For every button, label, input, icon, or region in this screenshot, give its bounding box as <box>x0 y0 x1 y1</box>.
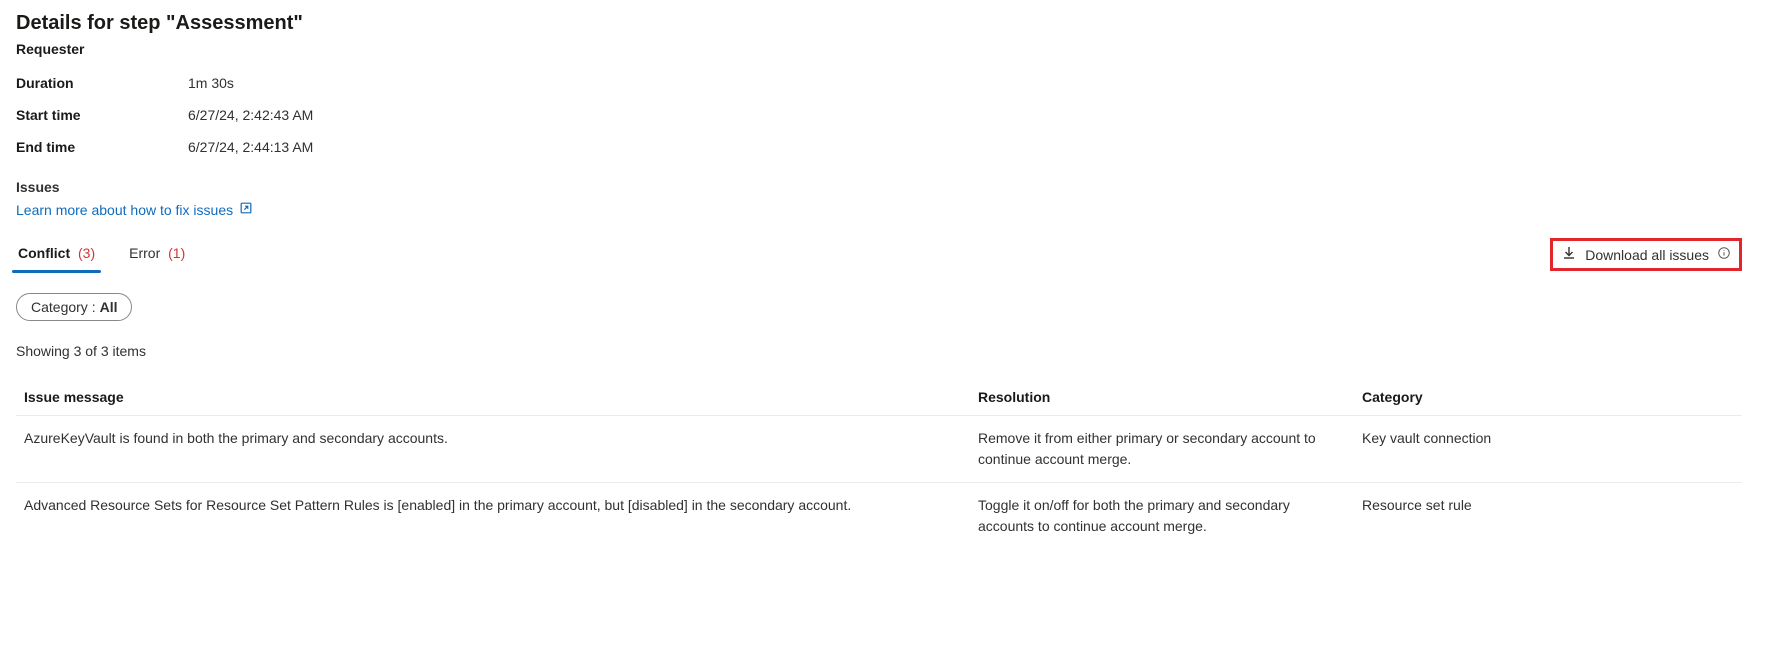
learn-more-label: Learn more about how to fix issues <box>16 202 233 218</box>
tab-error[interactable]: Error (1) <box>127 239 187 271</box>
step-metadata: Duration 1m 30s Start time 6/27/24, 2:42… <box>16 75 1742 155</box>
col-header-resolution: Resolution <box>978 389 1338 405</box>
download-icon <box>1561 245 1577 264</box>
page-title: Details for step "Assessment" <box>16 12 1742 35</box>
table-header-row: Issue message Resolution Category <box>16 379 1742 416</box>
end-time-label: End time <box>16 139 188 155</box>
cell-resolution: Toggle it on/off for both the primary an… <box>978 495 1338 537</box>
start-time-value: 6/27/24, 2:42:43 AM <box>188 107 313 123</box>
tab-conflict-label: Conflict <box>18 245 70 261</box>
download-all-issues-button[interactable]: Download all issues <box>1550 238 1742 271</box>
category-filter-pill[interactable]: Category : All <box>16 293 132 321</box>
start-time-label: Start time <box>16 107 188 123</box>
cell-issue: AzureKeyVault is found in both the prima… <box>24 428 954 449</box>
learn-more-link[interactable]: Learn more about how to fix issues <box>16 201 253 218</box>
table-row: Advanced Resource Sets for Resource Set … <box>16 483 1742 549</box>
showing-count: Showing 3 of 3 items <box>16 343 1742 359</box>
duration-label: Duration <box>16 75 188 91</box>
requester-label: Requester <box>16 41 1742 57</box>
cell-issue: Advanced Resource Sets for Resource Set … <box>24 495 954 516</box>
tab-error-label: Error <box>129 245 160 261</box>
info-icon <box>1717 246 1731 263</box>
category-filter-key: Category : <box>31 299 96 315</box>
duration-value: 1m 30s <box>188 75 234 91</box>
table-row: AzureKeyVault is found in both the prima… <box>16 416 1742 483</box>
issues-heading: Issues <box>16 179 1742 195</box>
tab-conflict[interactable]: Conflict (3) <box>16 239 97 271</box>
end-time-value: 6/27/24, 2:44:13 AM <box>188 139 313 155</box>
cell-category: Key vault connection <box>1362 428 1734 449</box>
external-link-icon <box>239 201 253 218</box>
issue-tabs: Conflict (3) Error (1) <box>16 239 187 271</box>
tab-error-count: (1) <box>168 245 185 261</box>
cell-category: Resource set rule <box>1362 495 1734 516</box>
cell-resolution: Remove it from either primary or seconda… <box>978 428 1338 470</box>
download-label: Download all issues <box>1585 247 1709 263</box>
issues-table: Issue message Resolution Category AzureK… <box>16 379 1742 549</box>
tab-conflict-count: (3) <box>78 245 95 261</box>
col-header-issue: Issue message <box>24 389 954 405</box>
col-header-category: Category <box>1362 389 1734 405</box>
category-filter-value: All <box>100 299 118 315</box>
